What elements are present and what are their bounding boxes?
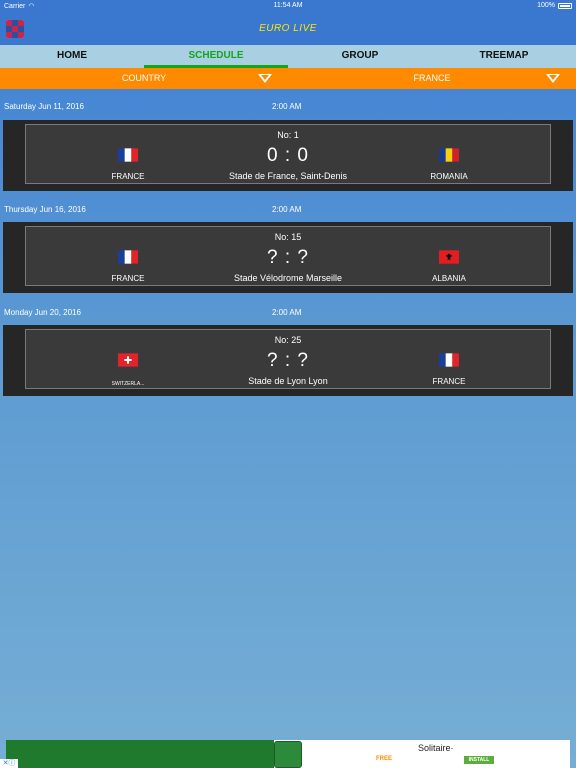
- match-number: No: 25: [274, 335, 302, 345]
- country-filter-label: COUNTRY: [121, 73, 167, 83]
- battery-label: 100%: [537, 2, 555, 9]
- match-section: Monday Jun 20, 2016 2:00 AM No: 25 ? : ?…: [0, 296, 576, 396]
- match-section: Saturday Jun 11, 2016 2:00 AM No: 1 0 : …: [0, 90, 576, 191]
- date-row: Thursday Jun 16, 2016 2:00 AM: [0, 193, 576, 221]
- match-card-inner: No: 1 0 : 0 FRANCE Stade de France, Sain…: [25, 124, 551, 184]
- tab-group[interactable]: GROUP: [288, 45, 432, 68]
- ad-close-icon[interactable]: ✕ⓘ: [0, 759, 18, 768]
- solitaire-app-icon: [274, 741, 302, 768]
- battery: 100%: [537, 2, 572, 9]
- match-card-inner: No: 25 ? : ? SWITZERLA... Stade de Lyon …: [25, 329, 551, 389]
- chevron-down-icon: [258, 74, 272, 83]
- match-card-inner: No: 15 ? : ? FRANCE Stade Vélodrome Mars…: [25, 226, 551, 286]
- match-number: No: 1: [277, 130, 299, 140]
- match-date: Saturday Jun 11, 2016: [4, 102, 84, 111]
- match-number: No: 15: [274, 232, 302, 242]
- ad-install-button[interactable]: INSTALL: [464, 756, 494, 764]
- match-card[interactable]: No: 1 0 : 0 FRANCE Stade de France, Sain…: [3, 120, 573, 191]
- match-date: Monday Jun 20, 2016: [4, 308, 81, 317]
- match-date: Thursday Jun 16, 2016: [4, 205, 86, 214]
- away-team: ALBANIA: [432, 274, 466, 283]
- date-row: Monday Jun 20, 2016 2:00 AM: [0, 296, 576, 324]
- country-filter-dropdown[interactable]: COUNTRY: [0, 68, 288, 89]
- match-time: 2:00 AM: [272, 102, 302, 111]
- match-card[interactable]: No: 15 ? : ? FRANCE Stade Vélodrome Mars…: [3, 222, 573, 293]
- date-row: Saturday Jun 11, 2016 2:00 AM: [0, 90, 576, 118]
- match-score: ? : ?: [267, 350, 309, 371]
- match-card[interactable]: No: 25 ? : ? SWITZERLA... Stade de Lyon …: [3, 325, 573, 396]
- battery-icon: [558, 2, 572, 9]
- ad-title: Solitaire·: [418, 743, 454, 753]
- app-title: EURO LIVE: [259, 23, 317, 34]
- ad-banner[interactable]: Solitaire· FREE INSTALL ✕ⓘ: [0, 740, 570, 768]
- away-team: FRANCE: [432, 377, 466, 386]
- status-bar: Carrier ◠ 11:54 AM 100%: [0, 0, 576, 12]
- romania-flag-icon: [439, 148, 459, 162]
- title-bar: EURO LIVE: [0, 12, 576, 45]
- chevron-down-icon: [546, 74, 560, 83]
- tab-home[interactable]: HOME: [0, 45, 144, 68]
- match-time: 2:00 AM: [272, 308, 302, 317]
- match-section: Thursday Jun 16, 2016 2:00 AM No: 15 ? :…: [0, 193, 576, 293]
- away-team: ROMANIA: [430, 172, 468, 181]
- match-score: 0 : 0: [267, 145, 309, 166]
- country-value-dropdown[interactable]: FRANCE: [288, 68, 576, 89]
- albania-flag-icon: [439, 250, 459, 264]
- nav-tabs: HOME SCHEDULE GROUP TREEMAP: [0, 45, 576, 68]
- france-flag-icon: [439, 353, 459, 367]
- ad-price: FREE: [376, 756, 393, 762]
- match-score: ? : ?: [267, 247, 309, 268]
- filter-bar: COUNTRY FRANCE: [0, 68, 576, 89]
- ad-image: [6, 740, 274, 768]
- tab-schedule[interactable]: SCHEDULE: [144, 45, 288, 68]
- country-value-label: FRANCE: [413, 73, 451, 83]
- tab-treemap[interactable]: TREEMAP: [432, 45, 576, 68]
- match-time: 2:00 AM: [272, 205, 302, 214]
- status-time: 11:54 AM: [273, 2, 303, 9]
